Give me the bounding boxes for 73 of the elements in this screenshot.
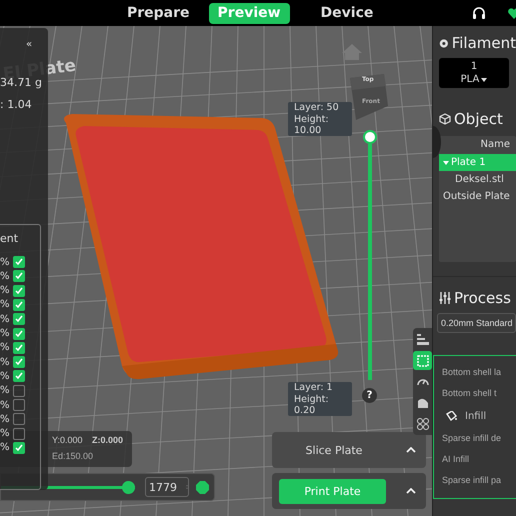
filament-selector[interactable]: 1 PLA — [439, 58, 509, 88]
percent-value: % — [0, 299, 10, 310]
tree-item[interactable]: Outside Plate — [439, 188, 516, 205]
checkbox[interactable] — [12, 428, 25, 440]
move-input[interactable]: 1779 — [145, 477, 189, 497]
coordinate-text: Z:0.000 — [92, 435, 124, 445]
nav-tab[interactable]: Prepare — [118, 2, 199, 24]
ratio-value: : 1.04 — [0, 98, 32, 111]
section-label: Infill — [465, 410, 486, 422]
caret-icon — [443, 160, 449, 166]
caret-icon — [406, 447, 416, 453]
layers-icon — [416, 334, 428, 346]
percent-value: % — [0, 385, 10, 396]
weight-value: 34.71 g — [0, 76, 42, 89]
percent-value: % — [0, 285, 10, 296]
section-title: Filament — [452, 34, 516, 52]
percent-value: % — [0, 342, 10, 354]
percent-value: % — [0, 400, 10, 410]
setting-label: Bottom shell t — [441, 387, 498, 400]
coordinate-text: Y:0.000 — [52, 435, 83, 445]
spool-icon — [439, 36, 449, 50]
caret-icon — [481, 78, 488, 82]
checkbox[interactable] — [12, 442, 25, 454]
checkbox[interactable] — [12, 298, 25, 311]
column-header: ent — [0, 232, 18, 245]
checkbox[interactable] — [12, 384, 25, 397]
support-icon — [416, 396, 428, 408]
cube-icon — [439, 113, 451, 125]
section-title: Process — [454, 289, 511, 307]
section-title: Object — [454, 110, 503, 128]
percent-value: % — [0, 370, 10, 382]
headset-icon[interactable] — [472, 6, 486, 20]
checkbox[interactable] — [12, 413, 25, 426]
height-text: Height: 10.00 — [294, 114, 330, 136]
percent-value: % — [0, 314, 10, 325]
layer-text: Layer: 1 — [294, 382, 334, 394]
setting-label: AI Infill — [441, 453, 470, 466]
tree-item[interactable]: Deksel.stl — [439, 171, 516, 188]
slider-handle[interactable] — [363, 130, 377, 144]
percent-value: % — [0, 256, 10, 268]
percent-value: % — [0, 270, 10, 282]
preset-selector[interactable]: 0.20mm Standard — [437, 313, 516, 333]
collapse-button[interactable]: « — [26, 39, 32, 50]
checkbox[interactable] — [12, 284, 25, 297]
frame-icon — [416, 354, 428, 366]
percent-value: % — [0, 356, 10, 368]
tool-button[interactable] — [413, 351, 432, 370]
checkbox[interactable] — [12, 370, 25, 382]
percent-value: % — [0, 428, 10, 440]
nav-tab[interactable]: Device — [312, 2, 382, 24]
setting-label: Sparse infill pa — [441, 474, 502, 487]
checkbox[interactable] — [12, 342, 25, 354]
percent-value: % — [0, 442, 10, 454]
percent-value: % — [0, 328, 10, 339]
height-text: Height: 0.20 — [294, 394, 330, 416]
setting-label: Sparse infill de — [441, 432, 502, 445]
help-button[interactable]: ? — [362, 388, 377, 403]
column-header: Name — [479, 138, 511, 152]
layer-slider[interactable] — [368, 144, 372, 380]
checkbox[interactable] — [12, 313, 25, 326]
objects-icon — [416, 418, 428, 430]
checkbox[interactable] — [12, 328, 25, 340]
caret-icon — [406, 488, 416, 494]
checkbox[interactable] — [12, 270, 25, 282]
setting-label: Bottom shell la — [441, 366, 502, 379]
checkbox[interactable] — [12, 399, 25, 411]
percent-value: % — [0, 414, 10, 425]
layer-text: Layer: 50 — [294, 102, 340, 114]
feed-text: Ed:150.00 — [52, 451, 94, 461]
checkbox[interactable] — [12, 356, 25, 368]
checkbox[interactable] — [12, 256, 25, 268]
bucket-icon — [446, 411, 457, 421]
sliders-icon — [439, 292, 451, 304]
